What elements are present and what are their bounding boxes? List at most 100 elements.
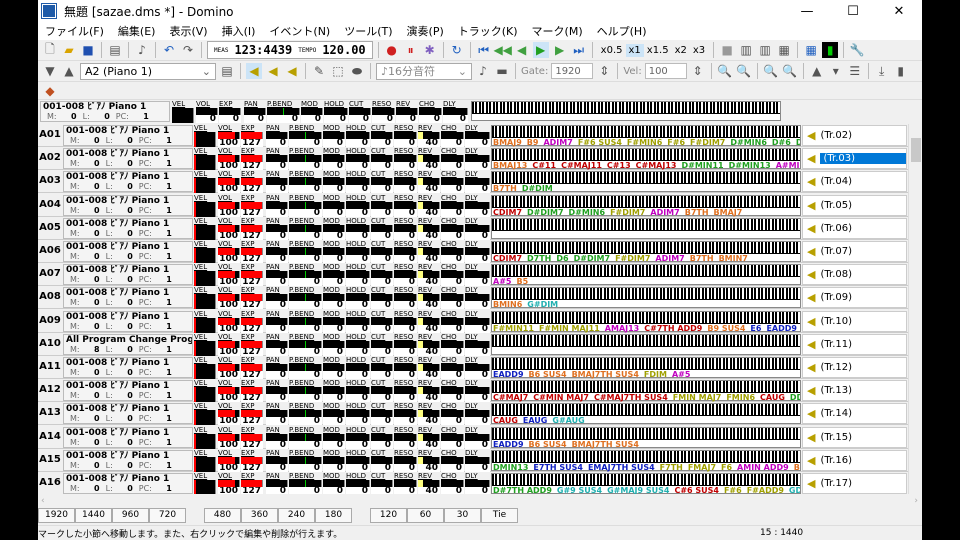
controller-bar[interactable] — [218, 364, 240, 371]
controller-bar[interactable] — [194, 294, 216, 310]
controller-pan[interactable]: PAN 0 — [266, 310, 288, 333]
controller-bar[interactable] — [394, 155, 417, 163]
controller-rev[interactable]: REV 40 — [418, 426, 440, 449]
reset-icon[interactable]: ↻ — [449, 42, 465, 58]
gate-spinner[interactable]: ⇕ — [596, 63, 612, 79]
controller-bar[interactable] — [349, 108, 371, 115]
controller-dly[interactable]: DLY 0 — [465, 170, 490, 194]
bank-msb-value[interactable]: 0 — [80, 252, 100, 262]
rewind-icon[interactable]: ◀◀ — [493, 42, 511, 58]
controller-bar[interactable] — [441, 132, 464, 139]
controller-vol[interactable]: VOL 100 — [218, 356, 240, 380]
controller-pan[interactable]: PAN 0 — [266, 333, 288, 356]
controller-pbend[interactable]: P.BEND 0 — [289, 217, 322, 240]
controller-bar[interactable] — [371, 364, 393, 371]
controller-bar[interactable] — [241, 132, 263, 139]
instrument-name-box[interactable]: 001-008 ﾋﾟｱﾉ Piano 1 M: 0 L: 0 PC: 1 — [63, 171, 193, 193]
track-name-cell[interactable]: ◀ (Tr.14) — [802, 403, 907, 425]
controller-pan[interactable]: PAN 0 — [266, 263, 288, 287]
controller-pbend[interactable]: P.BEND 0 — [289, 333, 322, 356]
speaker-icon[interactable]: ◀ — [807, 245, 815, 258]
zoom-out-icon[interactable]: 🔍 — [736, 63, 752, 79]
vertical-scrollbar[interactable] — [908, 124, 922, 494]
bank-msb-value[interactable]: 0 — [80, 414, 100, 424]
controller-mod[interactable]: MOD 0 — [323, 379, 345, 403]
bank-lsb-value[interactable]: 0 — [113, 298, 133, 308]
controller-bar[interactable] — [219, 108, 241, 115]
controller-exp[interactable]: EXP 127 — [241, 286, 263, 310]
controller-pbend[interactable]: P.BEND 0 — [289, 170, 322, 194]
program-change-value[interactable]: 1 — [152, 275, 172, 285]
track-row[interactable]: A05 001-008 ﾋﾟｱﾉ Piano 1 M: 0 L: 0 PC: 1 VEL VOL 1… — [38, 217, 908, 240]
menu-item[interactable]: イベント(N) — [262, 23, 337, 39]
controller-bar[interactable] — [323, 271, 345, 279]
controller-bar[interactable] — [194, 178, 216, 194]
speaker-icon[interactable]: ◀ — [807, 361, 815, 374]
controller-bar[interactable] — [194, 433, 216, 449]
program-change-value[interactable]: 1 — [152, 461, 172, 471]
speaker-icon[interactable]: ◀ — [807, 454, 815, 467]
controller-exp[interactable]: EXP 127 — [241, 147, 263, 171]
keyboard-chord-view[interactable]: D#7TH ADD9 G#9 SUS4 G#MAJ9 SUS4 C#6 SUS4 F#6… — [491, 473, 801, 494]
controller-bar[interactable] — [465, 294, 490, 302]
score-icon[interactable]: ♪ — [134, 42, 150, 58]
instrument-name-box[interactable]: 001-008 ﾋﾟｱﾉ Piano 1 M: 0 L: 0 PC: 1 — [63, 380, 193, 402]
controller-cut[interactable]: CUT 0 — [371, 356, 393, 380]
note-length-button[interactable]: 60 — [407, 508, 444, 523]
speed-button[interactable]: x1 — [625, 43, 644, 57]
controller-bar[interactable] — [218, 224, 240, 232]
dotted-note-icon[interactable]: ♪ — [475, 63, 491, 79]
controller-vel[interactable]: VEL — [194, 217, 216, 240]
event-list-icon[interactable]: ▦ — [803, 42, 819, 58]
controller-bar[interactable] — [441, 456, 464, 464]
controller-bar[interactable] — [441, 317, 464, 325]
speed-button[interactable]: x0.5 — [598, 44, 626, 57]
track-name-cell[interactable]: ◀ (Tr.02) — [802, 125, 907, 146]
note-length-button[interactable]: 180 — [315, 508, 352, 523]
controller-bar[interactable] — [465, 480, 490, 487]
controller-dly[interactable]: DLY 0 — [465, 356, 490, 380]
controller-reso[interactable]: RESO 0 — [394, 402, 417, 426]
header-keyboard[interactable] — [471, 101, 781, 121]
vel-input[interactable]: 100 — [644, 63, 687, 79]
controller-exp[interactable]: EXP 127 — [241, 170, 263, 194]
controller-bar[interactable] — [266, 294, 288, 302]
controller-bar[interactable] — [241, 387, 263, 395]
controller-cho[interactable]: CHO 0 — [441, 310, 464, 333]
controller-bar[interactable] — [241, 248, 263, 255]
instrument-name-box[interactable]: 001-008 ﾋﾟｱﾉ Piano 1 M: 0 L: 0 PC: 1 — [63, 264, 193, 286]
speaker-icon[interactable]: ◀ — [807, 175, 815, 188]
controller-bar[interactable] — [266, 364, 288, 371]
program-change-value[interactable]: 1 — [152, 484, 172, 494]
controller-bar[interactable] — [241, 364, 263, 371]
bank-lsb-value[interactable]: 0 — [113, 461, 133, 471]
track-select[interactable]: A2 (Piano 1) ⌄ — [80, 62, 216, 80]
controller-vel[interactable]: VEL — [194, 124, 216, 147]
instrument-name-box[interactable]: All Program Change Program CM:8 L:0 PC:1 — [63, 333, 193, 355]
track-name-cell[interactable]: ◀ (Tr.03) — [802, 148, 907, 170]
controller-vel[interactable]: VEL — [194, 240, 216, 263]
controller-reso[interactable]: RESO 0 — [394, 356, 417, 380]
controller-bar[interactable] — [346, 456, 370, 464]
controller-dly[interactable]: DLY 0 — [465, 240, 490, 264]
controller-bar[interactable] — [418, 271, 440, 279]
controller-bar[interactable] — [394, 364, 417, 371]
controller-reso[interactable]: RESO 0 — [394, 217, 417, 240]
controller-bar[interactable] — [194, 224, 216, 240]
menu-item[interactable]: ヘルプ(H) — [590, 23, 654, 39]
controller-vel[interactable]: VEL — [194, 356, 216, 379]
menu-item[interactable]: マーク(M) — [525, 23, 590, 39]
controller-bar[interactable] — [371, 155, 393, 163]
controller-vol[interactable]: VOL 100 — [218, 217, 240, 240]
bank-msb-value[interactable]: 0 — [80, 298, 100, 308]
track-row[interactable]: A14 001-008 ﾋﾟｱﾉ Piano 1 M: 0 L: 0 PC: 1 VEL VOL 1… — [38, 426, 908, 449]
controller-dly[interactable]: DLY 0 — [465, 217, 490, 240]
controller-cho[interactable]: CHO 0 — [441, 217, 464, 240]
controller-bar[interactable] — [218, 456, 240, 464]
program-change-value[interactable]: 1 — [152, 252, 172, 262]
program-change-value[interactable]: 1 — [152, 438, 172, 448]
controller-dly[interactable]: DLY 0 — [465, 286, 490, 310]
bank-lsb-value[interactable]: 0 — [113, 322, 133, 332]
controller-bar[interactable] — [324, 108, 348, 115]
bank-lsb-value[interactable]: 0 — [113, 438, 133, 448]
